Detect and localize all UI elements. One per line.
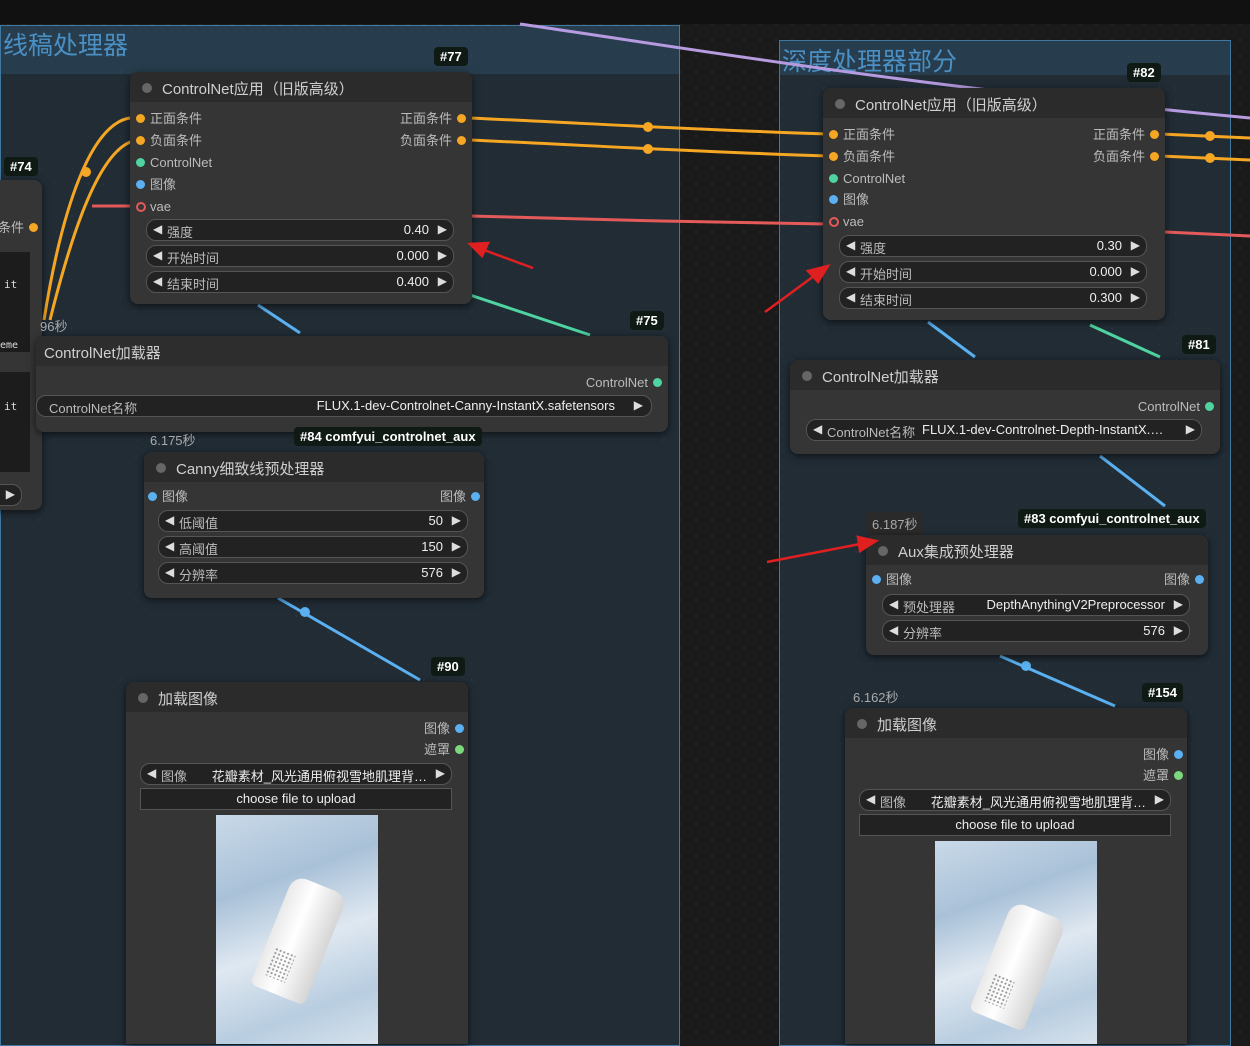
annotation-layer [467, 241, 880, 564]
annotation-arrow-icon [766, 535, 880, 564]
annotation-arrow-icon [764, 264, 831, 314]
annotation-arrow-icon [467, 241, 534, 270]
